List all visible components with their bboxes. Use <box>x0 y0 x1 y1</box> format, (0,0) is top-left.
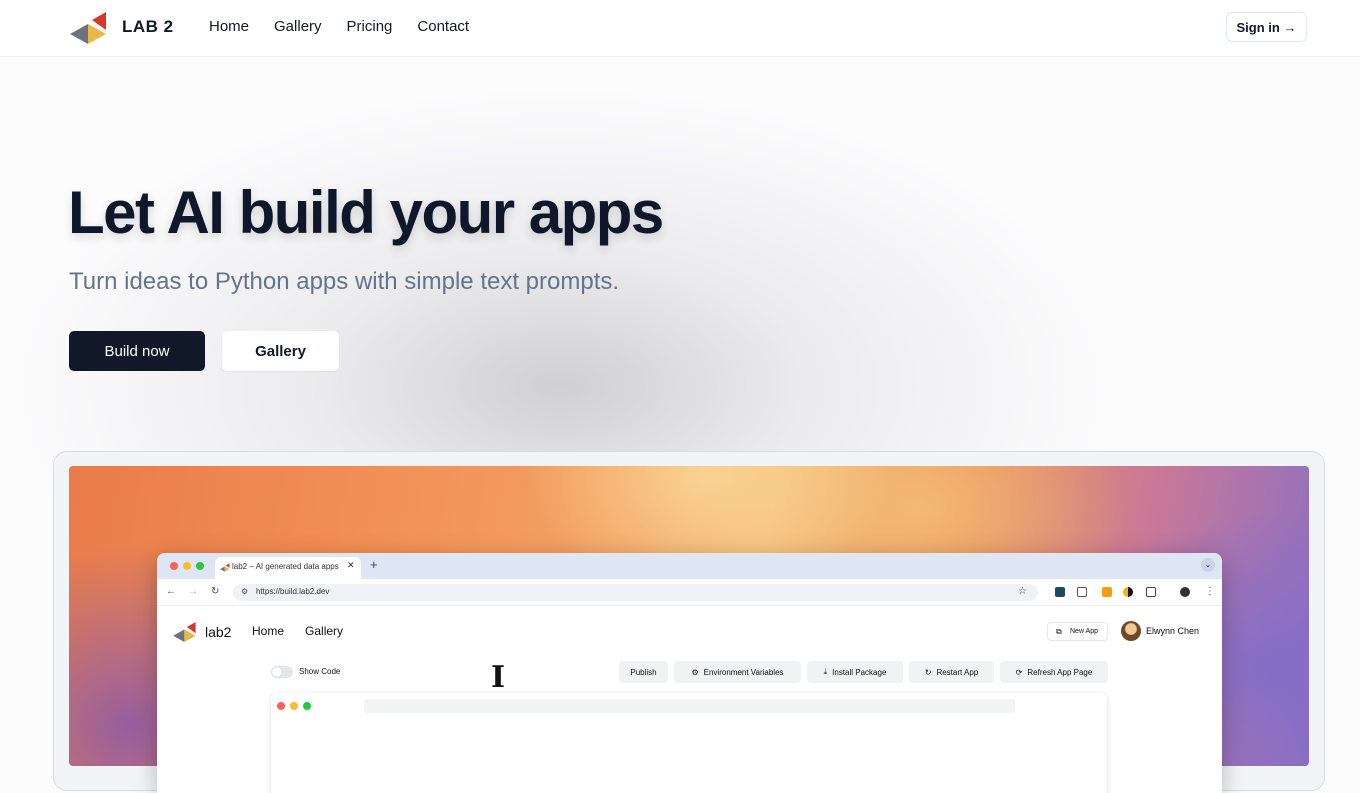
hero-subtitle: Turn ideas to Python apps with simple te… <box>69 268 620 295</box>
nav-link-contact[interactable]: Contact <box>417 18 469 35</box>
preview-address-bar <box>364 699 1015 713</box>
app-nav: Home Gallery <box>252 624 343 638</box>
app-preview-window <box>271 693 1107 793</box>
restart-icon: ↻ <box>924 667 932 677</box>
app-logo-icon <box>173 622 196 642</box>
restart-app-label: Restart App <box>936 667 979 677</box>
top-navigation: LAB 2 Home Gallery Pricing Contact Sign … <box>0 0 1360 57</box>
app-nav-gallery: Gallery <box>305 624 344 638</box>
browser-tab: lab2 – AI generated data apps <box>215 557 361 579</box>
window-minimize-dot <box>183 562 191 570</box>
nav-link-pricing[interactable]: Pricing <box>347 18 393 35</box>
window-maximize-dot <box>196 562 204 570</box>
refresh-app-page-button: ⟳ Refresh App Page <box>1000 661 1108 683</box>
bookmark-star-icon: ☆ <box>1018 586 1027 597</box>
app-new-app-button: ⧉ New App <box>1047 622 1108 641</box>
tab-list-chevron-icon: ⌄ <box>1201 558 1215 572</box>
browser-tab-title: lab2 – AI generated data apps <box>232 562 339 571</box>
preview-close-dot <box>277 702 285 710</box>
extensions-puzzle-icon <box>1146 587 1156 597</box>
nav-link-home[interactable]: Home <box>209 18 249 35</box>
browser-tab-bar: lab2 – AI generated data apps ✕ + ⌄ <box>157 553 1222 579</box>
preview-minimize-dot <box>290 702 298 710</box>
address-bar-url: https://build.lab2.dev <box>256 587 330 596</box>
gear-icon: ⚙ <box>691 667 699 677</box>
text-cursor-icon: I <box>491 660 506 695</box>
gallery-button[interactable]: Gallery <box>222 331 339 371</box>
app-nav-home: Home <box>252 624 285 638</box>
browser-menu-icon: ⋮ <box>1205 586 1215 597</box>
main-nav-links: Home Gallery Pricing Contact <box>209 18 469 35</box>
environment-variables-button: ⚙ Environment Variables <box>674 661 801 683</box>
install-package-label: Install Package <box>832 667 887 677</box>
address-bar: ⚙ https://build.lab2.dev ☆ <box>233 584 1038 601</box>
preview-maximize-dot <box>303 702 311 710</box>
brand-name[interactable]: LAB 2 <box>122 17 174 37</box>
extension-1-icon <box>1055 587 1065 597</box>
showcase-browser-window: lab2 – AI generated data apps ✕ + ⌄ ← → … <box>157 553 1222 793</box>
tab-favicon-icon <box>220 563 230 572</box>
back-arrow-icon: ← <box>166 586 176 597</box>
build-now-button[interactable]: Build now <box>69 331 205 371</box>
environment-variables-label: Environment Variables <box>703 667 784 677</box>
show-code-label: Show Code <box>299 667 341 676</box>
extension-4-icon <box>1123 587 1133 597</box>
user-avatar <box>1121 621 1141 641</box>
app-brand-name: lab2 <box>205 624 232 640</box>
restart-app-button: ↻ Restart App <box>909 661 994 683</box>
site-settings-icon: ⚙ <box>241 587 249 596</box>
refresh-icon: ⟳ <box>1015 667 1023 677</box>
lab2-logo-icon[interactable] <box>70 12 108 44</box>
hero-title: Let AI build your apps <box>68 179 664 246</box>
publish-label: Publish <box>630 667 657 677</box>
user-name: Elwynn Chen <box>1146 626 1200 636</box>
new-app-label: New App <box>1070 628 1099 635</box>
profile-icon <box>1180 587 1190 597</box>
extension-3-icon <box>1102 587 1112 597</box>
download-icon: ⤓ <box>823 667 828 676</box>
reload-icon: ↻ <box>211 586 220 597</box>
forward-arrow-icon: → <box>188 586 198 597</box>
tab-close-icon: ✕ <box>347 560 355 570</box>
window-close-dot <box>170 562 178 570</box>
show-code-toggle <box>271 666 293 678</box>
nav-link-gallery[interactable]: Gallery <box>274 18 322 35</box>
install-package-button: ⤓ Install Package <box>807 661 903 683</box>
new-tab-icon: + <box>370 557 378 572</box>
new-app-icon: ⧉ <box>1056 627 1062 636</box>
refresh-app-page-label: Refresh App Page <box>1027 667 1093 677</box>
sign-in-button[interactable]: Sign in → <box>1226 12 1307 42</box>
extension-2-icon <box>1077 587 1087 597</box>
publish-button: Publish <box>619 661 668 683</box>
